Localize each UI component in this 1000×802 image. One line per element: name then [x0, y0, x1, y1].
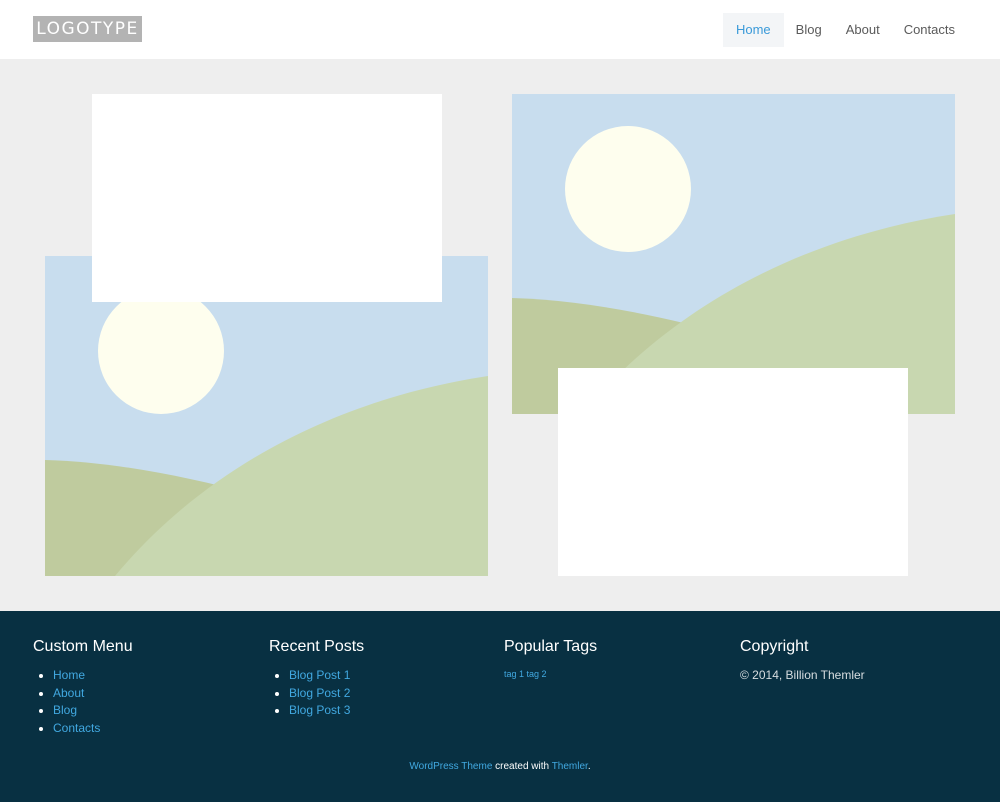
tag-link[interactable]: tag 1: [504, 669, 524, 679]
copyright-title: Copyright: [740, 638, 809, 655]
landscape-image-left: [45, 256, 488, 576]
site-footer: Custom Menu Home About Blog Contacts Rec…: [0, 611, 1000, 802]
credit-period: .: [587, 761, 591, 772]
footer-copyright: Copyright © 2014, Billion Themler: [740, 638, 865, 684]
footer-custom-menu: Custom Menu Home About Blog Contacts: [33, 638, 133, 737]
footer-link-home[interactable]: Home: [53, 668, 85, 682]
footer-recent-posts: Recent Posts Blog Post 1 Blog Post 2 Blo…: [269, 638, 364, 720]
wordpress-theme-link[interactable]: WordPress Theme: [409, 761, 492, 772]
site-header: LOGOTYPE Home Blog About Contacts: [0, 0, 1000, 59]
logo[interactable]: LOGOTYPE: [33, 16, 142, 42]
popular-tags-title: Popular Tags: [504, 638, 598, 655]
content-area: [0, 59, 1000, 611]
recent-posts-list: Blog Post 1 Blog Post 2 Blog Post 3: [269, 667, 364, 720]
recent-post-link[interactable]: Blog Post 1: [289, 668, 350, 682]
nav-blog[interactable]: Blog: [784, 13, 834, 47]
landscape-image-right: [512, 94, 955, 414]
footer-link-about[interactable]: About: [53, 686, 84, 700]
recent-posts-title: Recent Posts: [269, 638, 365, 655]
custom-menu-list: Home About Blog Contacts: [33, 667, 133, 737]
nav-about[interactable]: About: [834, 13, 892, 47]
text-panel-left: [92, 94, 442, 302]
footer-credit: WordPress Theme created with Themler.: [0, 761, 1000, 773]
footer-popular-tags: Popular Tags tag 1 tag 2: [504, 638, 597, 681]
main-nav: Home Blog About Contacts: [722, 13, 967, 47]
text-panel-right: [558, 368, 908, 576]
tag-link[interactable]: tag 2: [527, 669, 547, 679]
recent-post-link[interactable]: Blog Post 2: [289, 686, 350, 700]
copyright-text: © 2014, Billion Themler: [740, 668, 865, 682]
themler-link[interactable]: Themler: [552, 761, 588, 772]
credit-text: created with: [492, 761, 552, 772]
tag-cloud: tag 1 tag 2: [504, 667, 597, 681]
nav-home[interactable]: Home: [722, 13, 784, 47]
custom-menu-title: Custom Menu: [33, 638, 133, 655]
recent-post-link[interactable]: Blog Post 3: [289, 703, 350, 717]
nav-contacts[interactable]: Contacts: [892, 13, 967, 47]
footer-link-contacts[interactable]: Contacts: [53, 721, 100, 735]
footer-link-blog[interactable]: Blog: [53, 703, 77, 717]
